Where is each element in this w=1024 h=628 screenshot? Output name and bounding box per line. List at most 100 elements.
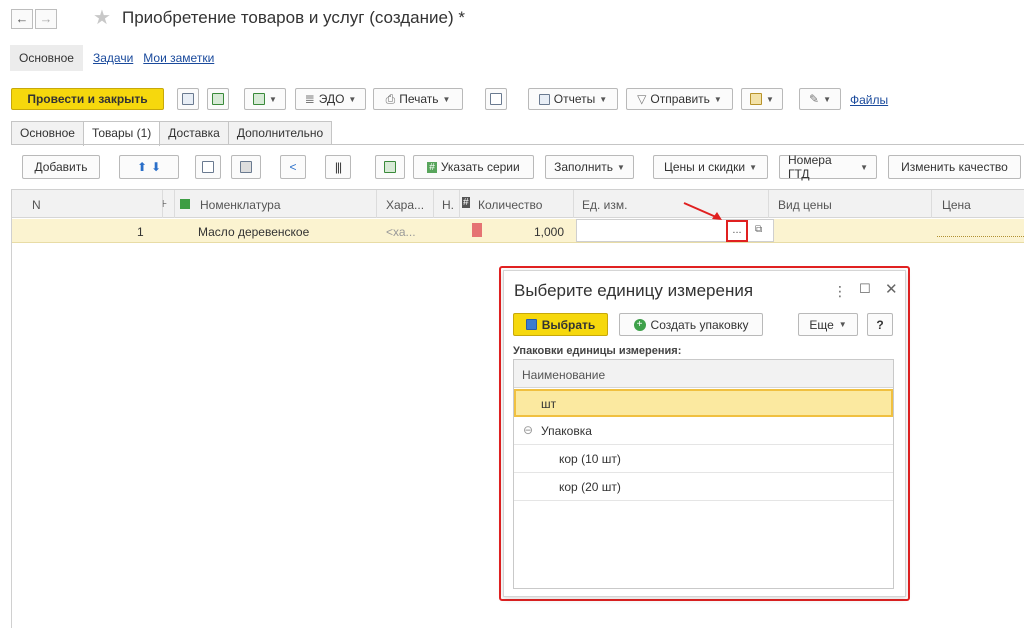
prices-discounts-button[interactable]: Цены и скидки ▼ [653, 155, 768, 179]
list-item[interactable]: шт [514, 389, 893, 417]
favorite-star-icon[interactable]: ★ [93, 5, 111, 30]
more-vert-icon[interactable]: ⋮ [833, 283, 847, 300]
change-quality-button[interactable]: Изменить качество [888, 155, 1021, 179]
open-icon[interactable]: ⧉ [755, 224, 762, 235]
chevron-down-icon: ▼ [269, 94, 277, 104]
col-divider [459, 190, 460, 218]
specify-series-button[interactable]: # Указать серии [413, 155, 534, 179]
chevron-down-icon: ▼ [860, 162, 868, 172]
reports-button[interactable]: Отчеты ▼ [528, 88, 618, 110]
create-package-button[interactable]: + Создать упаковку [619, 313, 763, 336]
fill-label: Заполнить [554, 160, 613, 174]
list-label: Упаковки единицы измерения: [513, 345, 682, 357]
tab-divider [11, 144, 1024, 145]
forward-button[interactable]: → [35, 9, 57, 29]
help-button[interactable]: ? [867, 313, 893, 336]
col-nomenclature[interactable]: Номенклатура [200, 198, 281, 212]
reports-label: Отчеты [553, 92, 596, 106]
list-item[interactable]: ⊖ Упаковка [514, 417, 893, 445]
edo-icon: ≣ [304, 92, 315, 106]
col-unit[interactable]: Ед. изм. [582, 198, 627, 212]
row-quantity[interactable]: 1,000 [534, 225, 564, 239]
collapse-icon[interactable]: ⊖ [523, 423, 533, 437]
col-quantity[interactable]: Количество [478, 198, 542, 212]
chevron-down-icon: ▼ [713, 94, 722, 104]
tab-main[interactable]: Основное [11, 121, 84, 145]
col-price[interactable]: Цена [942, 198, 971, 212]
chevron-down-icon: ▼ [599, 94, 608, 104]
add-row-label: Добавить [34, 160, 88, 174]
more-button[interactable]: Еще ▼ [798, 313, 858, 336]
save-button[interactable] [177, 88, 199, 110]
chevron-down-icon: ▼ [823, 94, 831, 104]
print-label: Печать [399, 92, 439, 106]
col-h[interactable]: Н. [442, 198, 454, 212]
fill-button[interactable]: Заполнить ▼ [545, 155, 634, 179]
table-row[interactable]: 1 Масло деревенское <ха... 1,000 ⧉ [12, 219, 1024, 243]
structure-button[interactable] [485, 88, 507, 110]
col-characteristic[interactable]: Хара... [386, 198, 424, 212]
choose-label: Выбрать [541, 317, 596, 332]
edo-button[interactable]: ≣ ЭДО ▼ [295, 88, 366, 110]
more-actions-button[interactable]: ▼ [741, 88, 783, 110]
col-flag[interactable]: ⊦ [162, 199, 167, 210]
row-characteristic[interactable]: <ха... [386, 225, 416, 239]
list-item-label: Упаковка [541, 424, 592, 438]
select-unit-button[interactable]: ... [726, 220, 748, 242]
add-row-button[interactable]: Добавить [22, 155, 100, 179]
annotation-arrow-icon [683, 202, 722, 220]
nav-notes-link[interactable]: Мои заметки [143, 51, 214, 65]
close-icon[interactable]: ✕ [885, 280, 898, 298]
document-tabs: Основное Товары (1) Доставка Дополнитель… [11, 121, 333, 146]
choose-button[interactable]: Выбрать [513, 313, 608, 336]
row-nomenclature[interactable]: Масло деревенское [198, 225, 309, 239]
col-divider [433, 190, 434, 218]
choose-icon [525, 319, 537, 330]
chevron-down-icon: ▼ [749, 162, 757, 172]
report-icon [538, 93, 550, 105]
paste-row-button[interactable] [231, 155, 261, 179]
nav-tasks-link[interactable]: Задачи [93, 51, 133, 65]
row-series-icon [472, 223, 482, 237]
create-based-on-button[interactable]: ▼ [244, 88, 286, 110]
print-button[interactable]: ⎙ Печать ▼ [373, 88, 463, 110]
table-header: N ⊦ Номенклатура Хара... Н. # Количество… [12, 190, 1024, 218]
post-and-close-label: Провести и закрыть [27, 92, 148, 106]
chevron-down-icon: ▼ [442, 94, 451, 104]
col-divider [376, 190, 377, 218]
tab-additional[interactable]: Дополнительно [227, 121, 333, 145]
col-price-type[interactable]: Вид цены [778, 198, 832, 212]
chevron-down-icon: ▼ [838, 320, 847, 329]
copy-row-button[interactable] [195, 155, 221, 179]
list-item-label: шт [541, 397, 557, 411]
post-button[interactable] [207, 88, 229, 110]
back-button[interactable]: ← [11, 9, 33, 29]
col-divider [174, 190, 175, 218]
list-item[interactable]: кор (20 шт) [514, 473, 893, 501]
chevron-down-icon: ▼ [348, 94, 357, 104]
arrow-up-icon[interactable]: ⬆ [137, 160, 147, 174]
chevron-down-icon: ▼ [766, 94, 774, 104]
gtd-numbers-button[interactable]: Номера ГТД ▼ [779, 153, 877, 181]
post-and-close-button[interactable]: Провести и закрыть [11, 88, 164, 110]
row-number: 1 [137, 225, 144, 239]
barcode-button[interactable]: ||| [325, 155, 351, 179]
send-icon: ▽ [637, 92, 647, 106]
send-button[interactable]: ▽ Отправить ▼ [626, 88, 733, 110]
tab-goods[interactable]: Товары (1) [82, 121, 161, 146]
files-link[interactable]: Файлы [850, 93, 888, 107]
list-item-label: кор (10 шт) [559, 452, 621, 466]
share-button[interactable]: < [280, 155, 306, 179]
page-title: Приобретение товаров и услуг (создание) … [122, 8, 465, 27]
maximize-icon[interactable]: ☐ [859, 281, 871, 297]
nav-main[interactable]: Основное [10, 45, 83, 71]
col-divider [573, 190, 574, 218]
col-n[interactable]: N [32, 198, 41, 212]
edo-label: ЭДО [318, 92, 345, 106]
col-name[interactable]: Наименование [522, 368, 605, 382]
pick-button[interactable] [375, 155, 405, 179]
tab-delivery[interactable]: Доставка [159, 121, 229, 145]
list-item[interactable]: кор (10 шт) [514, 445, 893, 473]
arrow-down-icon[interactable]: ⬇ [151, 160, 161, 174]
attach-button[interactable]: ✎ ▼ [799, 88, 841, 110]
